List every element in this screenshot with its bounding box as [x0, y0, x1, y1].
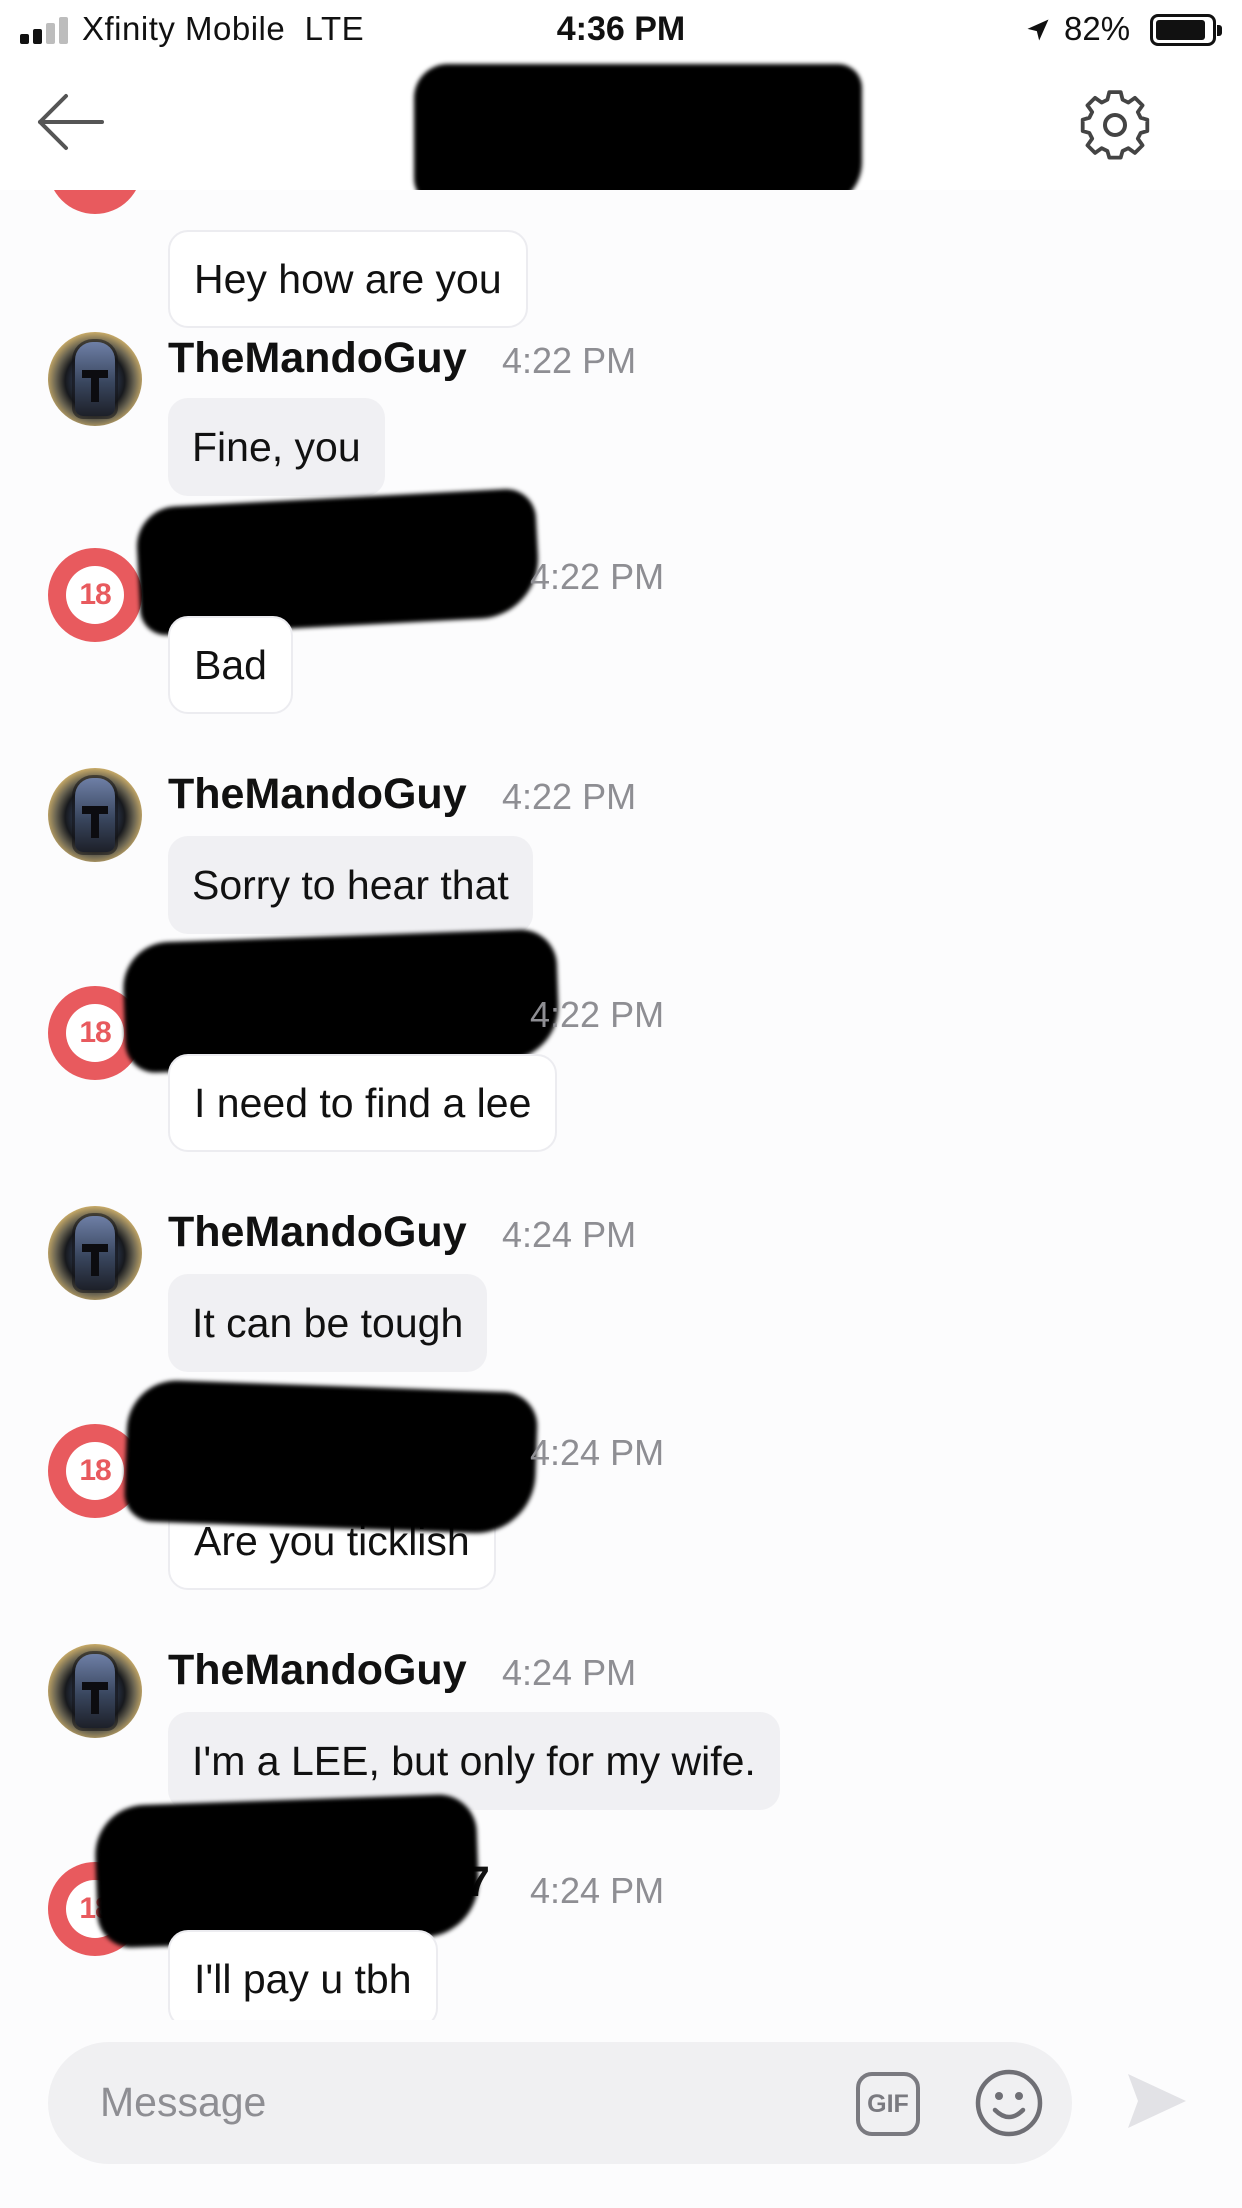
battery-percent: 82% [1064, 10, 1131, 47]
avatar-badge: 18 [79, 1454, 111, 1487]
avatar-badge: 18 [79, 578, 111, 611]
message-bubble[interactable]: Sorry to hear that [168, 836, 533, 934]
battery-icon [1150, 14, 1222, 46]
message-time: 4:22 PM [502, 776, 637, 817]
message-list[interactable]: Hey how are you TheMandoGuy 4:22 PM Fine… [0, 190, 1242, 2020]
gif-icon[interactable]: GIF [856, 2072, 920, 2136]
message-bubble[interactable]: It can be tough [168, 1274, 488, 1372]
message-bubble[interactable]: I'm a LEE, but only for my wife. [168, 1712, 780, 1810]
mandalorian-avatar[interactable] [48, 1644, 142, 1738]
sender-name: TheMandoGuy [168, 1208, 467, 1256]
message-bubble[interactable]: Bad [168, 616, 293, 714]
message-bubble[interactable]: Hey how are you [168, 230, 528, 328]
mandalorian-avatar[interactable] [48, 332, 142, 426]
message-input[interactable]: Message GIF [48, 2042, 1072, 2164]
status-bar: Xfinity Mobile LTE 4:36 PM 82% [0, 0, 1242, 60]
avatar-badge: 18 [79, 1016, 111, 1049]
sender-name-redacted [121, 928, 561, 1074]
message-bubble[interactable]: I'll pay u tbh [168, 1930, 438, 2020]
message-time: 4:24 PM [502, 1214, 637, 1255]
message-time: 4:22 PM [530, 994, 665, 1035]
sender-name: TheMandoGuy [168, 770, 467, 818]
message-time: 4:24 PM [502, 1652, 637, 1693]
chat-header [0, 60, 1242, 208]
message-bubble[interactable]: Fine, you [168, 398, 385, 496]
sender-name: TheMandoGuy [168, 334, 467, 382]
gear-icon[interactable] [1078, 88, 1152, 162]
mandalorian-avatar[interactable] [48, 1206, 142, 1300]
sender-name-redacted [123, 1378, 539, 1536]
back-arrow-icon[interactable] [34, 86, 106, 158]
gif-label: GIF [867, 2089, 909, 2118]
sender-name: TheMandoGuy [168, 1646, 467, 1694]
status-time: 4:36 PM [556, 10, 686, 48]
location-arrow-icon [1027, 19, 1049, 41]
sender-name-redacted [134, 487, 542, 637]
sender-name-redacted [93, 1793, 481, 1949]
message-time: 4:22 PM [502, 340, 637, 381]
message-bubble[interactable]: I need to find a lee [168, 1054, 558, 1152]
message-placeholder: Message [100, 2079, 267, 2125]
send-icon[interactable] [1124, 2070, 1188, 2132]
chat-title-redacted [414, 64, 862, 208]
mandalorian-avatar[interactable] [48, 768, 142, 862]
emoji-icon[interactable] [974, 2068, 1044, 2138]
message-composer: Message GIF [0, 2020, 1242, 2208]
18-badge-avatar[interactable]: 18 [48, 548, 142, 642]
message-time: 4:22 PM [530, 556, 665, 597]
message-time: 4:24 PM [530, 1432, 665, 1473]
message-time: 4:24 PM [530, 1870, 665, 1911]
avatar[interactable] [48, 190, 142, 214]
